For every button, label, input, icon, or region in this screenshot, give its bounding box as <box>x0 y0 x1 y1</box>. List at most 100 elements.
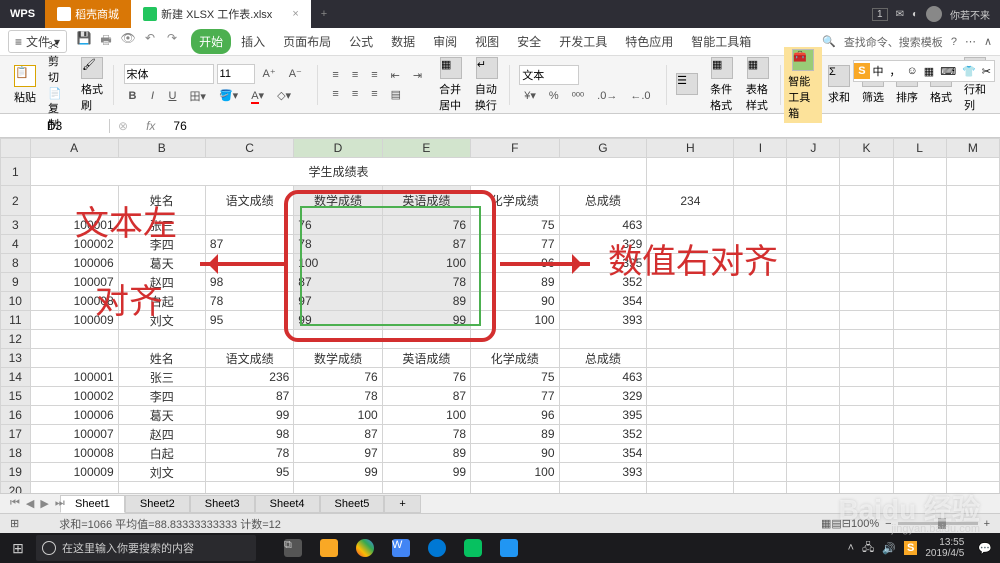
mtab-start[interactable]: 开始 <box>191 29 231 54</box>
font-select[interactable] <box>124 64 214 84</box>
sheet-tab-5[interactable]: Sheet5 <box>320 495 385 513</box>
comma[interactable]: ᵒᵒᵒ <box>567 88 589 104</box>
statusbar-icon[interactable]: ⊞ <box>10 517 19 530</box>
italic[interactable]: I <box>144 88 160 104</box>
merge-center[interactable]: ▦合并居中 <box>433 55 469 115</box>
fx-icon[interactable]: fx <box>136 119 165 133</box>
size-select[interactable] <box>217 64 255 84</box>
zoom-in[interactable]: + <box>984 518 990 530</box>
sheet-nav-prev[interactable]: ◀ <box>26 497 34 510</box>
dec-dec[interactable]: ←.0 <box>625 88 655 104</box>
mtab-smart[interactable]: 智能工具箱 <box>683 29 759 54</box>
app-taskview[interactable]: ⧉ <box>276 533 310 563</box>
sheet-add[interactable]: + <box>384 495 420 513</box>
help-icon[interactable]: ? <box>951 36 957 48</box>
mtab-insert[interactable]: 插入 <box>233 29 273 54</box>
annotation-box <box>284 190 496 342</box>
taskbar-search[interactable]: 在这里输入你要搜索的内容 <box>36 535 256 561</box>
start-button[interactable]: ⊞ <box>0 540 36 557</box>
inc-font[interactable]: A⁺ <box>258 65 281 82</box>
watermark: Baidu 经验 <box>838 488 980 528</box>
currency[interactable]: ¥▾ <box>519 87 541 104</box>
app-wps[interactable]: W <box>384 533 418 563</box>
merge-rows[interactable]: ▤ <box>386 86 406 103</box>
notifications[interactable]: 💬 <box>978 542 992 555</box>
sheet-nav-first[interactable]: ⏮ <box>10 497 20 510</box>
badge[interactable]: 1 <box>872 8 888 21</box>
copy-button[interactable]: 📄 复制 <box>48 87 69 132</box>
qat-redo[interactable]: ↷ <box>163 31 181 52</box>
sum-btn[interactable]: Σ求和 <box>822 63 856 107</box>
clear-fmt[interactable]: ◇▾ <box>272 87 296 104</box>
qat-print[interactable]: 🖶 <box>97 31 115 52</box>
mtab-view[interactable]: 视图 <box>467 29 507 54</box>
tray-ime[interactable]: S <box>904 541 917 555</box>
tray-vol[interactable]: 🔊 <box>882 542 896 555</box>
sheet-tab-2[interactable]: Sheet2 <box>125 495 190 513</box>
skin-icon[interactable]: ◐ <box>912 9 918 20</box>
align-left[interactable]: ≡ <box>327 86 343 102</box>
app-wechat[interactable] <box>456 533 490 563</box>
border[interactable]: 田▾ <box>184 86 211 106</box>
qat-save[interactable]: 💾 <box>75 31 93 52</box>
rows-btn[interactable]: ☰ <box>670 71 704 99</box>
fill-color[interactable]: 🪣▾ <box>214 87 243 104</box>
search-hint[interactable]: 查找命令、搜索模板 <box>844 34 943 50</box>
bold[interactable]: B <box>124 88 142 104</box>
align-top[interactable]: ≡ <box>327 67 343 83</box>
sheet-tab-4[interactable]: Sheet4 <box>255 495 320 513</box>
number-format[interactable] <box>519 65 579 85</box>
table-style[interactable]: ▦表格样式 <box>740 55 776 115</box>
tab-add[interactable]: + <box>311 8 337 20</box>
system-tray[interactable]: ˄ 🖧 🔊 S 13:552019/4/5 💬 <box>848 537 1000 559</box>
paste-button[interactable]: 📋粘贴 <box>8 63 42 107</box>
align-center[interactable]: ≡ <box>347 86 363 102</box>
underline[interactable]: U <box>163 88 181 104</box>
mtab-feature[interactable]: 特色应用 <box>617 29 681 54</box>
arrow-left <box>200 262 286 266</box>
dec-inc[interactable]: .0→ <box>592 88 622 104</box>
format-painter[interactable]: 🖌格式刷 <box>75 55 109 115</box>
percent[interactable]: % <box>544 88 564 104</box>
formula-input[interactable]: 76 <box>165 119 194 133</box>
app-tool[interactable] <box>492 533 526 563</box>
align-right[interactable]: ≡ <box>366 86 382 102</box>
mtab-layout[interactable]: 页面布局 <box>275 29 339 54</box>
worksheet[interactable]: ABCDEFGHIJKLM 1学生成绩表 2姓名语文成绩数学成绩英语成绩化学成绩… <box>0 138 1000 493</box>
font-color[interactable]: A▾ <box>246 87 269 104</box>
cond-format[interactable]: ▦条件格式 <box>704 55 740 115</box>
avatar[interactable] <box>926 6 942 22</box>
align-mid[interactable]: ≡ <box>347 67 363 83</box>
clock[interactable]: 13:552019/4/5 <box>925 537 970 559</box>
ime-toolbar[interactable]: S 中， ☺▦⌨ 👕✂ <box>853 60 995 82</box>
tray-net[interactable]: 🖧 <box>862 539 874 558</box>
tray-up[interactable]: ˄ <box>848 542 854 554</box>
sheet-nav-next[interactable]: ▶ <box>40 497 48 510</box>
app-chrome[interactable] <box>348 533 382 563</box>
mtab-data[interactable]: 数据 <box>383 29 423 54</box>
mtab-security[interactable]: 安全 <box>509 29 549 54</box>
app-explorer[interactable] <box>312 533 346 563</box>
qat-preview[interactable]: 👁 <box>119 31 137 52</box>
tab-store[interactable]: 稻壳商城 <box>45 0 131 28</box>
qat-undo[interactable]: ↶ <box>141 31 159 52</box>
sheet-tab-1[interactable]: Sheet1 <box>60 495 125 513</box>
view-normal[interactable]: ▦ <box>821 517 831 530</box>
indent-dec[interactable]: ⇤ <box>386 67 405 84</box>
msg-icon[interactable]: ✉ <box>896 9 904 20</box>
sheet-tab-3[interactable]: Sheet3 <box>190 495 255 513</box>
cut-button[interactable]: ✂ 剪切 <box>48 37 69 85</box>
smart-toolbox[interactable]: 🧰智能工具箱 <box>784 47 822 123</box>
mtab-review[interactable]: 审阅 <box>425 29 465 54</box>
tab-document[interactable]: 新建 XLSX 工作表.xlsx× <box>131 0 311 28</box>
app-edge[interactable] <box>420 533 454 563</box>
indent-inc[interactable]: ⇥ <box>408 67 427 84</box>
mtab-dev[interactable]: 开发工具 <box>551 29 615 54</box>
align-bot[interactable]: ≡ <box>366 67 382 83</box>
dec-font[interactable]: A⁻ <box>284 65 307 82</box>
sheet-nav-last[interactable]: ⏭ <box>55 497 65 510</box>
app-logo: WPS <box>0 8 45 20</box>
mtab-formula[interactable]: 公式 <box>341 29 381 54</box>
fx-cancel[interactable]: ⊗ <box>110 119 136 133</box>
wrap-text[interactable]: ↵自动换行 <box>469 55 505 115</box>
